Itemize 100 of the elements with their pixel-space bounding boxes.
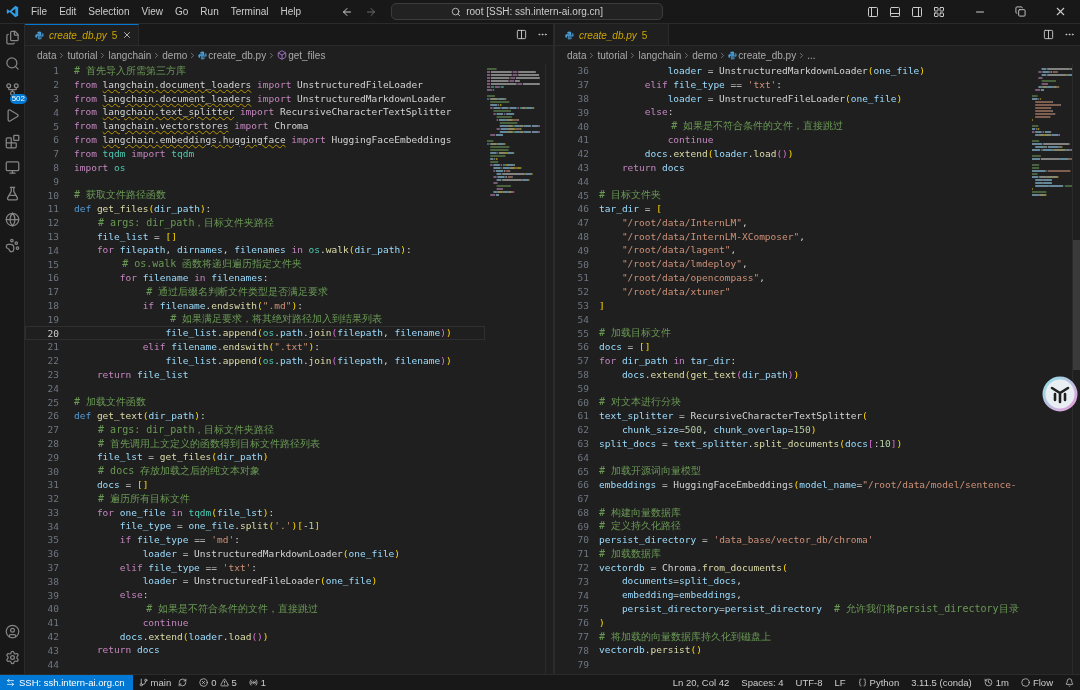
code-line: # 遍历所有目标文件: [97, 491, 191, 506]
breadcrumb-item[interactable]: langchain: [638, 49, 682, 61]
code-line: tar_dir = [: [599, 201, 662, 216]
editor-tab[interactable]: create_db.py 5: [555, 24, 670, 45]
line-number: 40: [576, 120, 590, 132]
sync-icon[interactable]: [178, 678, 188, 687]
status-item[interactable]: Spaces: 4: [735, 677, 790, 688]
code-line: import os: [74, 160, 126, 175]
monitor-icon[interactable]: [3, 158, 21, 176]
code-line: else:: [118, 588, 149, 603]
line-number: 73: [576, 575, 590, 587]
code-line: "/root/data/InternLM-XComposer",: [620, 229, 805, 244]
settings-icon[interactable]: [3, 648, 21, 666]
cube-icon: [277, 50, 288, 60]
code-line: # args: dir_path，目标文件夹路径: [97, 215, 275, 230]
menu-item[interactable]: Run: [194, 4, 225, 19]
breadcrumb-item[interactable]: data: [37, 49, 57, 61]
code-line: documents=split_docs,: [620, 574, 743, 589]
code-line: docs = []: [95, 477, 149, 492]
status-item[interactable]: LF: [828, 677, 852, 688]
breadcrumb-item[interactable]: tutorial: [67, 49, 98, 61]
menu-item[interactable]: Terminal: [224, 4, 275, 19]
code-line: from langchain.vectorstores import Chroma: [74, 119, 309, 133]
paw-icon[interactable]: [3, 236, 21, 254]
source-control-icon[interactable]: [3, 80, 21, 98]
code-line: # 首先调用上文定义的函数得到目标文件路径列表: [97, 436, 321, 451]
command-center[interactable]: root [SSH: ssh.intern-ai.org.cn]: [391, 3, 664, 20]
line-number: 24: [46, 382, 60, 394]
code-line: for one_file in tqdm(file_lst):: [95, 505, 275, 520]
code-line: file_type = one_file.split('.')[-1]: [118, 519, 321, 534]
code-line: for filepath, dirnames, filenames in os.walk(dir_path):: [95, 243, 412, 258]
breadcrumb-item[interactable]: ...: [807, 49, 816, 61]
code-line: chunk_size=500, chunk_overlap=150): [620, 422, 817, 437]
line-number: 6: [52, 134, 60, 146]
menu-item[interactable]: View: [135, 4, 169, 19]
menu-item[interactable]: Edit: [53, 4, 83, 19]
search-icon[interactable]: [3, 54, 21, 72]
python-file-icon: [198, 50, 208, 60]
status-item[interactable]: Python: [851, 677, 906, 688]
code-line: "/root/data/InternLM",: [620, 215, 748, 230]
account-icon[interactable]: [3, 622, 21, 640]
globe-icon[interactable]: [3, 210, 21, 228]
line-number: 20: [46, 327, 60, 339]
scrollbar[interactable]: [1072, 64, 1080, 674]
problems-item[interactable]: 0 5: [193, 677, 243, 688]
line-number: 77: [576, 631, 590, 643]
code-line: loader = UnstructuredFileLoader(one_file): [666, 91, 903, 106]
assistant-logo-icon[interactable]: [1042, 376, 1078, 412]
menu-item[interactable]: Go: [169, 4, 195, 19]
line-number: 38: [576, 93, 590, 104]
status-label: 1m: [995, 677, 1009, 688]
code-line: from langchain.embeddings.huggingface import HuggingFaceEmbeddings: [74, 133, 452, 147]
menu-item[interactable]: File: [25, 4, 54, 19]
breadcrumb-item[interactable]: create_db.py: [738, 49, 797, 61]
status-label: 3.11.5 (conda): [911, 677, 972, 688]
menu-item[interactable]: Selection: [82, 4, 136, 19]
breadcrumb-item[interactable]: get_files: [288, 49, 326, 61]
line-number: 8: [52, 161, 60, 173]
code-line: # 加载目标文件: [599, 326, 672, 340]
branch-item[interactable]: main: [132, 677, 194, 688]
line-number: 28: [46, 437, 60, 449]
line-number: 7: [52, 148, 60, 160]
breadcrumb-item[interactable]: langchain: [108, 49, 152, 61]
code-line: # 加载文件函数: [74, 395, 147, 409]
command-center-text: root [SSH: ssh.intern-ai.org.cn]: [466, 6, 603, 17]
code-line: embedding=embeddings,: [620, 588, 743, 603]
breadcrumb-item[interactable]: demo: [162, 49, 188, 61]
remote-indicator[interactable]: SSH: ssh.intern-ai.org.cn: [0, 675, 133, 690]
code-line: if filename.endswith(".md"):: [141, 298, 303, 313]
breadcrumb-item[interactable]: create_db.py: [208, 49, 267, 61]
ports-item[interactable]: 1: [242, 677, 273, 688]
line-number: 72: [576, 562, 590, 574]
code-line: # args: dir_path，目标文件夹路径: [97, 422, 275, 437]
breadcrumb-item[interactable]: tutorial: [597, 49, 628, 61]
files-icon[interactable]: [3, 28, 21, 46]
line-number: 44: [46, 658, 60, 670]
line-number: 22: [46, 355, 60, 367]
code-line: return docs: [95, 643, 160, 658]
line-number: 75: [576, 603, 590, 615]
status-item[interactable]: UTF-8: [789, 677, 829, 688]
editor-tab[interactable]: create_db.py 5: [25, 24, 140, 45]
line-number: 43: [576, 161, 590, 173]
close-icon[interactable]: [122, 30, 133, 40]
extensions-icon[interactable]: [3, 132, 21, 150]
code-line: docs = []: [599, 339, 651, 354]
breadcrumb-item[interactable]: data: [567, 49, 587, 61]
circle-icon: [1020, 678, 1030, 687]
status-item[interactable]: 1m: [977, 677, 1015, 688]
breadcrumb-item[interactable]: demo: [692, 49, 718, 61]
status-item[interactable]: Ln 20, Col 42: [666, 677, 736, 688]
code-line: # 获取文件路径函数: [74, 188, 167, 202]
python-file-icon: [35, 30, 44, 40]
status-item[interactable]: Flow: [1014, 677, 1059, 688]
line-number: 55: [576, 327, 590, 339]
code-line: # 目标文件夹: [599, 188, 662, 202]
menu-item[interactable]: Help: [274, 4, 308, 19]
code-line: from langchain.text_splitter import RecursiveCharacterTextSplitter: [74, 105, 452, 120]
line-number: 45: [576, 189, 590, 201]
status-item[interactable]: 3.11.5 (conda): [905, 677, 978, 688]
code-line: elif file_type == 'txt':: [643, 77, 783, 92]
